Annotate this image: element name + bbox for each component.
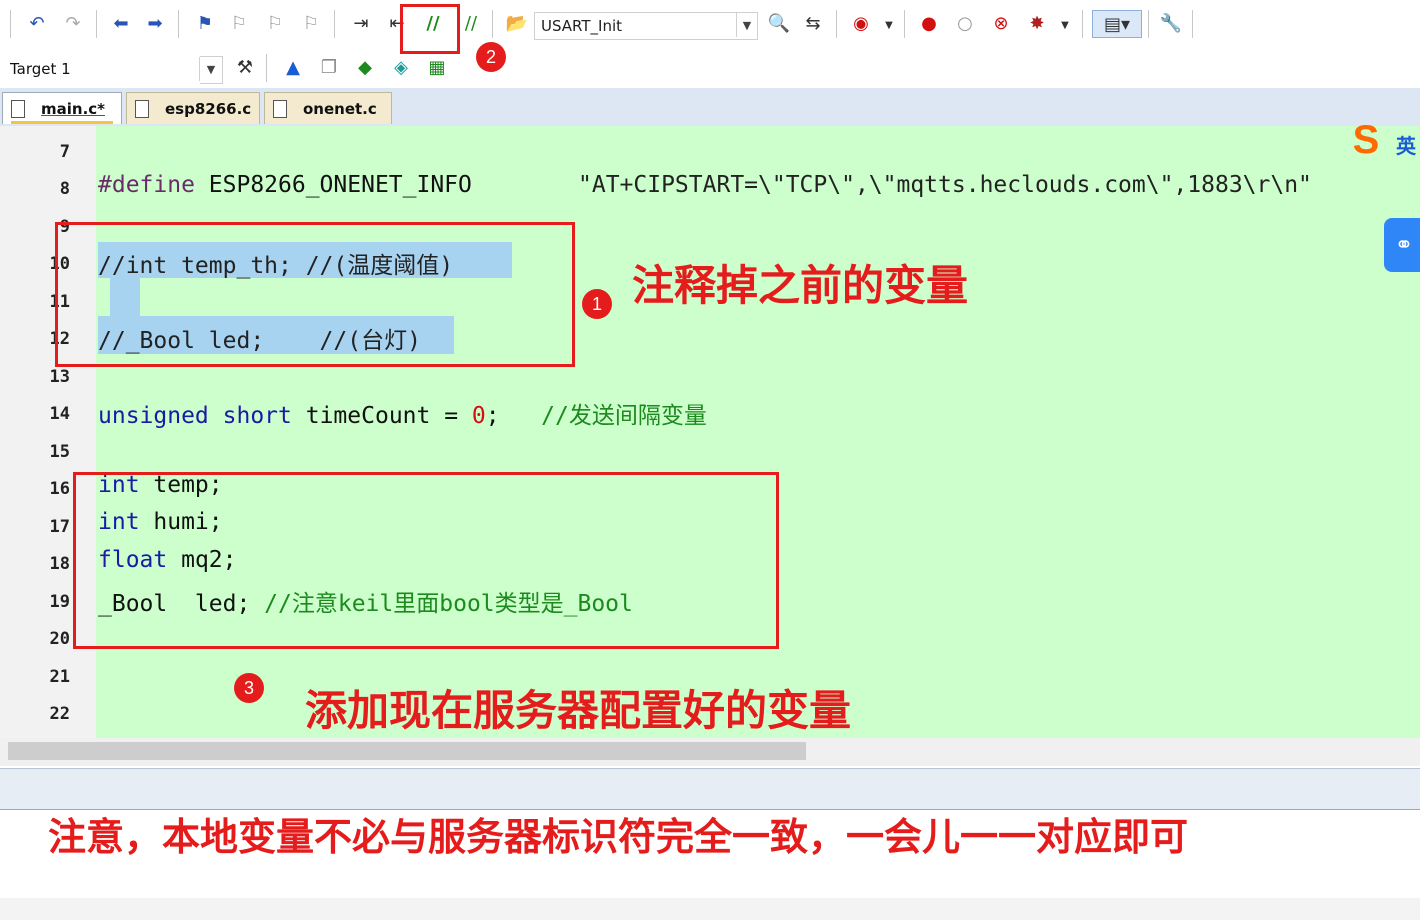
line-number: 15 <box>49 442 70 462</box>
clear-bookmarks-icon[interactable]: ⚐ <box>298 10 324 36</box>
debug-session-icon[interactable]: ◉ <box>848 10 874 36</box>
breakpoint-icon[interactable]: ● <box>916 10 942 36</box>
line-number: 21 <box>49 667 70 687</box>
step-badge-3: 3 <box>234 673 264 703</box>
ime-mode-indicator[interactable]: 英 <box>1396 130 1416 159</box>
highlight-box-old-variables <box>55 222 575 367</box>
note-bottom: 注意，本地变量不必与服务器标识符完全一致，一会儿一一对应即可 <box>48 815 1189 859</box>
step-badge-1: 1 <box>582 289 612 319</box>
toolbar-separator <box>492 10 493 38</box>
highlight-box-comment-button <box>400 4 460 54</box>
file-icon <box>11 99 25 118</box>
code-line-14: unsigned short timeCount = 0; //发送间隔变量 <box>98 396 707 430</box>
line-number: 19 <box>49 592 70 612</box>
translate-icon[interactable]: ⚒ <box>232 54 258 80</box>
toolbar-separator <box>10 10 11 38</box>
output-panel-header <box>0 768 1420 811</box>
toolbar-separator <box>904 10 905 38</box>
line-number: 17 <box>49 517 70 537</box>
toolbar-separator <box>1192 10 1193 38</box>
tab-main-c[interactable]: main.c* <box>2 92 122 124</box>
find-icon[interactable]: 🔍 <box>766 10 792 36</box>
tab-label: onenet.c <box>303 99 377 118</box>
find-in-files-icon[interactable]: ⇆ <box>800 10 826 36</box>
next-bookmark-icon[interactable]: ⚐ <box>262 10 288 36</box>
line-number: 13 <box>49 367 70 387</box>
tab-esp8266-c[interactable]: esp8266.c <box>126 92 260 124</box>
chevron-down-icon[interactable]: ▼ <box>1052 12 1078 38</box>
configure-icon[interactable]: 🔧 <box>1158 10 1184 36</box>
tab-onenet-c[interactable]: onenet.c <box>264 92 392 124</box>
note-add-new-variables: 添加现在服务器配置好的变量 <box>305 686 852 735</box>
kill-breakpoints-icon[interactable]: ⊗ <box>988 10 1014 36</box>
toolbar-separator <box>334 10 335 38</box>
undo-icon[interactable]: ↶ <box>24 10 50 36</box>
toolbar-build: Target 1 ▼ ⚒ ▲ ❐ ◆ ◈ ▦ <box>0 48 461 88</box>
target-combo[interactable]: ▼ <box>199 56 223 84</box>
toolbar-separator <box>96 10 97 38</box>
target-label: Target 1 <box>10 60 71 78</box>
file-icon <box>135 99 149 118</box>
identifier: timeCount = <box>291 403 472 429</box>
footer-band <box>0 898 1420 920</box>
macro-name: ESP8266_ONENET_INFO <box>194 172 472 198</box>
macro-value: "AT+CIPSTART=\"TCP\",\"mqtts.heclouds.co… <box>578 172 1312 198</box>
back-icon[interactable]: ⬅ <box>108 10 134 36</box>
code-line-8: #define ESP8266_ONENET_INFO <box>98 172 472 198</box>
sogou-ime-icon[interactable]: S <box>1344 118 1388 162</box>
number-literal: 0 <box>471 403 486 429</box>
toolbar-separator <box>178 10 179 38</box>
line-number: 16 <box>49 479 70 499</box>
function-combo[interactable]: USART_Init ▼ <box>534 12 758 40</box>
tab-label: main.c* <box>41 99 106 118</box>
toolbar-empty-area <box>460 48 1420 88</box>
open-file-icon[interactable]: 📂 <box>504 10 530 36</box>
line-number: 14 <box>49 404 70 424</box>
line-number: 8 <box>59 179 70 199</box>
highlight-box-new-variables <box>73 472 779 649</box>
redo-icon[interactable]: ↷ <box>60 10 86 36</box>
semicolon: ; <box>485 403 500 429</box>
chevron-down-icon[interactable]: ▼ <box>736 13 757 37</box>
disable-breakpoint-icon[interactable]: ○ <box>952 10 978 36</box>
scrollbar-thumb[interactable] <box>8 742 806 760</box>
toolbar-separator <box>1148 10 1149 38</box>
bookmark-icon[interactable]: ⚑ <box>192 10 218 36</box>
note-comment-old-variables: 注释掉之前的变量 <box>632 261 969 310</box>
link-icon[interactable]: ⚭ <box>1384 218 1420 272</box>
rebuild-icon[interactable]: ❐ <box>316 54 342 80</box>
active-tab-indicator <box>11 121 113 124</box>
download-icon[interactable]: ◆ <box>352 54 378 80</box>
options-icon[interactable]: ◈ <box>388 54 414 80</box>
function-combo-value: USART_Init <box>541 17 623 35</box>
keyword: unsigned <box>98 403 209 429</box>
line-number: 7 <box>59 142 70 162</box>
window-layout-icon[interactable]: ▤▾ <box>1092 10 1142 38</box>
uncomment-selection-icon[interactable]: // <box>458 10 484 36</box>
toolbar-separator <box>1082 10 1083 38</box>
line-number: 22 <box>49 704 70 724</box>
preprocessor-directive: #define <box>98 172 195 198</box>
indent-icon[interactable]: ⇥ <box>348 10 374 36</box>
toolbar-separator <box>836 10 837 38</box>
tab-label: esp8266.c <box>165 99 252 118</box>
manage-components-icon[interactable]: ▦ <box>424 54 450 80</box>
forward-icon[interactable]: ➡ <box>142 10 168 36</box>
step-badge-2: 2 <box>476 42 506 72</box>
toolbar-separator <box>266 54 267 82</box>
toggle-breakpoint-icon[interactable]: ✸ <box>1024 10 1050 36</box>
toolbar-main: ↶ ↷ ⬅ ➡ ⚑ ⚐ ⚐ ⚐ ⇥ ⇤ // // 📂 USART_Init ▼… <box>0 0 1420 49</box>
horizontal-scrollbar[interactable] <box>0 738 1420 766</box>
prev-bookmark-icon[interactable]: ⚐ <box>226 10 252 36</box>
line-number: 20 <box>49 629 70 649</box>
build-icon[interactable]: ▲ <box>280 54 306 80</box>
chevron-down-icon[interactable]: ▼ <box>199 57 222 81</box>
file-tabs: main.c* esp8266.c onenet.c <box>0 88 1420 127</box>
comment: //发送间隔变量 <box>541 403 707 429</box>
file-icon <box>273 99 287 118</box>
line-number: 18 <box>49 554 70 574</box>
keyword: short <box>222 403 292 429</box>
chevron-down-icon[interactable]: ▼ <box>876 12 902 38</box>
